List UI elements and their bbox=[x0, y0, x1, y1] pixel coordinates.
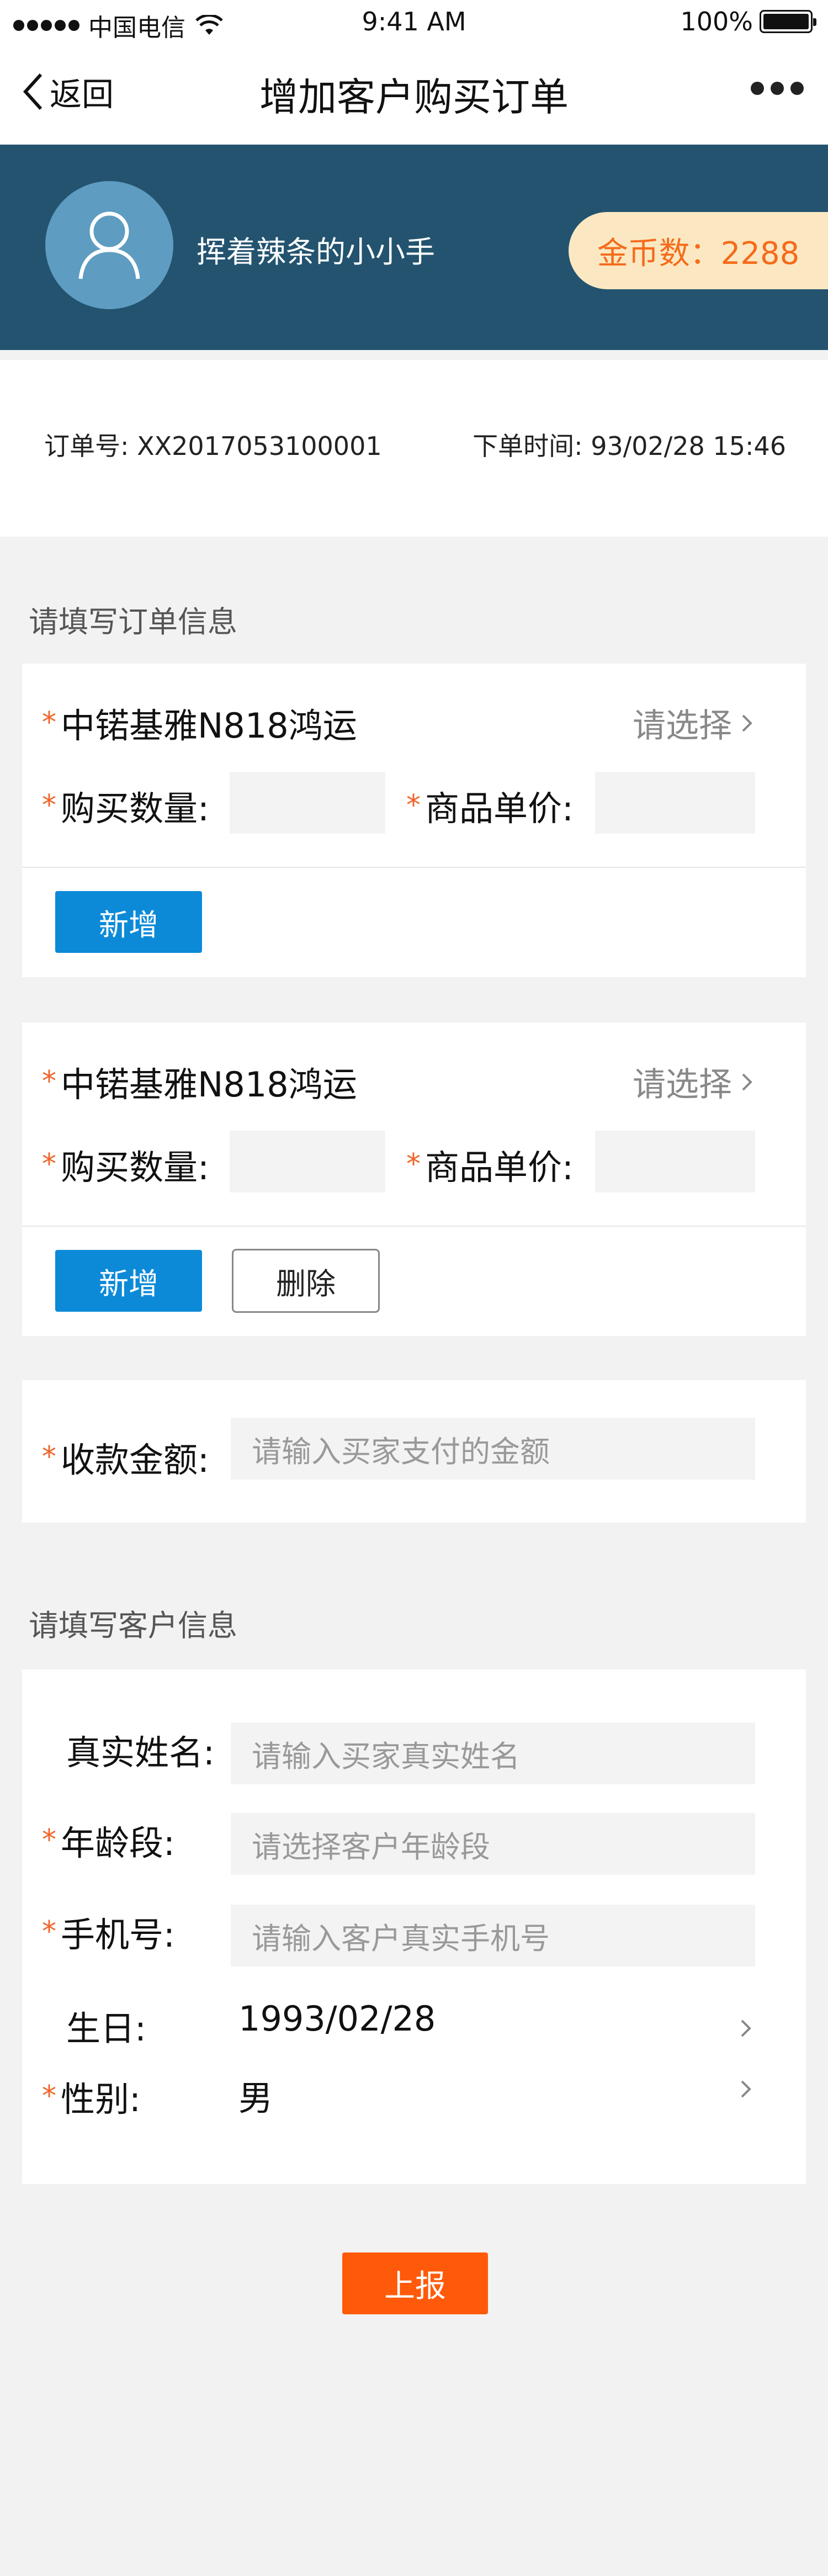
battery-percent: 100% bbox=[680, 7, 753, 36]
phone-input[interactable]: 请输入客户真实手机号 bbox=[231, 1905, 755, 1967]
required-mark: * bbox=[42, 789, 56, 822]
quantity-label: 购买数量: bbox=[61, 1147, 209, 1188]
select-label: 请选择 bbox=[633, 1066, 732, 1104]
nav-bar: 返回 增加客户购买订单 bbox=[0, 44, 828, 144]
chevron-right-icon bbox=[742, 1073, 752, 1090]
order-meta-panel: 订单号: XX2017053100001 下单时间: 93/02/28 15:4… bbox=[0, 360, 828, 537]
submit-button[interactable]: 上报 bbox=[342, 2252, 488, 2314]
customer-section-title: 请填写客户信息 bbox=[29, 1608, 237, 1643]
order-item-card: * 中锘基雅N818鸿运 请选择 * 购买数量: * 商品单价: 新增 bbox=[22, 664, 806, 977]
required-mark: * bbox=[42, 706, 56, 739]
required-mark: * bbox=[406, 789, 421, 822]
quantity-row: * 购买数量: bbox=[42, 781, 209, 830]
battery-icon bbox=[760, 10, 816, 33]
price-input[interactable] bbox=[595, 772, 755, 834]
order-time: 下单时间: 93/02/28 15:46 bbox=[473, 431, 786, 461]
quantity-label: 购买数量: bbox=[61, 788, 209, 829]
order-item-card: * 中锘基雅N818鸿运 请选择 * 购买数量: * 商品单价: 新增 删除 bbox=[22, 1022, 806, 1336]
divider bbox=[22, 867, 806, 868]
price-row: * 商品单价: bbox=[406, 1139, 574, 1189]
name-row: 真实姓名: bbox=[66, 1725, 215, 1774]
quantity-input[interactable] bbox=[230, 772, 385, 834]
username: 挥着辣条的小小手 bbox=[197, 235, 435, 269]
product-select[interactable]: 请选择 bbox=[633, 1058, 753, 1106]
delete-item-button[interactable]: 删除 bbox=[232, 1249, 380, 1313]
birthday-row[interactable]: 生日: bbox=[66, 2001, 146, 2050]
required-mark: * bbox=[42, 1440, 56, 1473]
user-icon bbox=[78, 211, 140, 279]
coin-balance-badge: 金币数：2288 bbox=[569, 212, 828, 289]
price-input[interactable] bbox=[595, 1131, 755, 1192]
birthday-label: 生日: bbox=[66, 2008, 146, 2049]
required-mark: * bbox=[42, 2080, 56, 2113]
order-number: 订单号: XX2017053100001 bbox=[44, 431, 382, 461]
avatar[interactable] bbox=[45, 181, 173, 309]
customer-info-card: 真实姓名: 请输入买家真实姓名 * 年龄段: 请选择客户年龄段 * 手机号: 请… bbox=[22, 1669, 806, 2184]
add-item-button[interactable]: 新增 bbox=[55, 1250, 202, 1312]
required-mark: * bbox=[406, 1148, 421, 1181]
age-select[interactable]: 请选择客户年龄段 bbox=[231, 1813, 755, 1875]
add-item-button[interactable]: 新增 bbox=[55, 891, 202, 953]
name-label: 真实姓名: bbox=[66, 1732, 215, 1773]
age-label: 年龄段: bbox=[61, 1823, 175, 1863]
product-name: 中锘基雅N818鸿运 bbox=[61, 1064, 357, 1105]
select-label: 请选择 bbox=[633, 707, 732, 745]
chevron-right-icon[interactable] bbox=[740, 2078, 752, 2100]
divider bbox=[22, 1226, 806, 1227]
gender-row: * 性别: bbox=[42, 2071, 141, 2121]
phone-row: * 手机号: bbox=[42, 1907, 175, 1957]
chevron-right-icon[interactable] bbox=[740, 2017, 752, 2039]
price-row: * 商品单价: bbox=[406, 781, 574, 830]
name-input[interactable]: 请输入买家真实姓名 bbox=[231, 1722, 755, 1784]
status-battery-group: 100% bbox=[680, 7, 816, 36]
product-row: * 中锘基雅N818鸿运 bbox=[42, 1057, 357, 1106]
payment-amount-input[interactable]: 请输入买家支付的金额 bbox=[231, 1418, 755, 1480]
gender-label: 性别: bbox=[61, 2079, 141, 2119]
price-label: 商品单价: bbox=[425, 1147, 574, 1188]
age-row: * 年龄段: bbox=[42, 1815, 175, 1865]
product-row: * 中锘基雅N818鸿运 bbox=[42, 698, 357, 748]
payment-card: * 收款金额: 请输入买家支付的金额 bbox=[22, 1380, 806, 1523]
phone-label: 手机号: bbox=[61, 1915, 175, 1955]
product-select[interactable]: 请选择 bbox=[633, 699, 753, 747]
price-label: 商品单价: bbox=[425, 788, 574, 829]
required-mark: * bbox=[42, 1065, 56, 1098]
chevron-right-icon bbox=[742, 714, 752, 732]
gender-value[interactable]: 男 bbox=[238, 2070, 273, 2120]
required-mark: * bbox=[42, 1915, 56, 1948]
quantity-input[interactable] bbox=[230, 1131, 385, 1192]
payment-label: 收款金额: bbox=[61, 1440, 209, 1480]
order-section-title: 请填写订单信息 bbox=[29, 605, 237, 639]
more-icon[interactable] bbox=[751, 82, 804, 95]
birthday-value[interactable]: 1993/02/28 bbox=[238, 1999, 436, 2039]
required-mark: * bbox=[42, 1148, 56, 1181]
quantity-row: * 购买数量: bbox=[42, 1139, 209, 1189]
page-title: 增加客户购买订单 bbox=[259, 75, 569, 120]
payment-row: * 收款金额: bbox=[42, 1432, 209, 1482]
required-mark: * bbox=[42, 1824, 56, 1857]
status-bar: 中国电信 9:41 AM 100% bbox=[0, 0, 828, 44]
product-name: 中锘基雅N818鸿运 bbox=[61, 706, 357, 746]
profile-banner: 挥着辣条的小小手 金币数：2288 bbox=[0, 145, 828, 350]
